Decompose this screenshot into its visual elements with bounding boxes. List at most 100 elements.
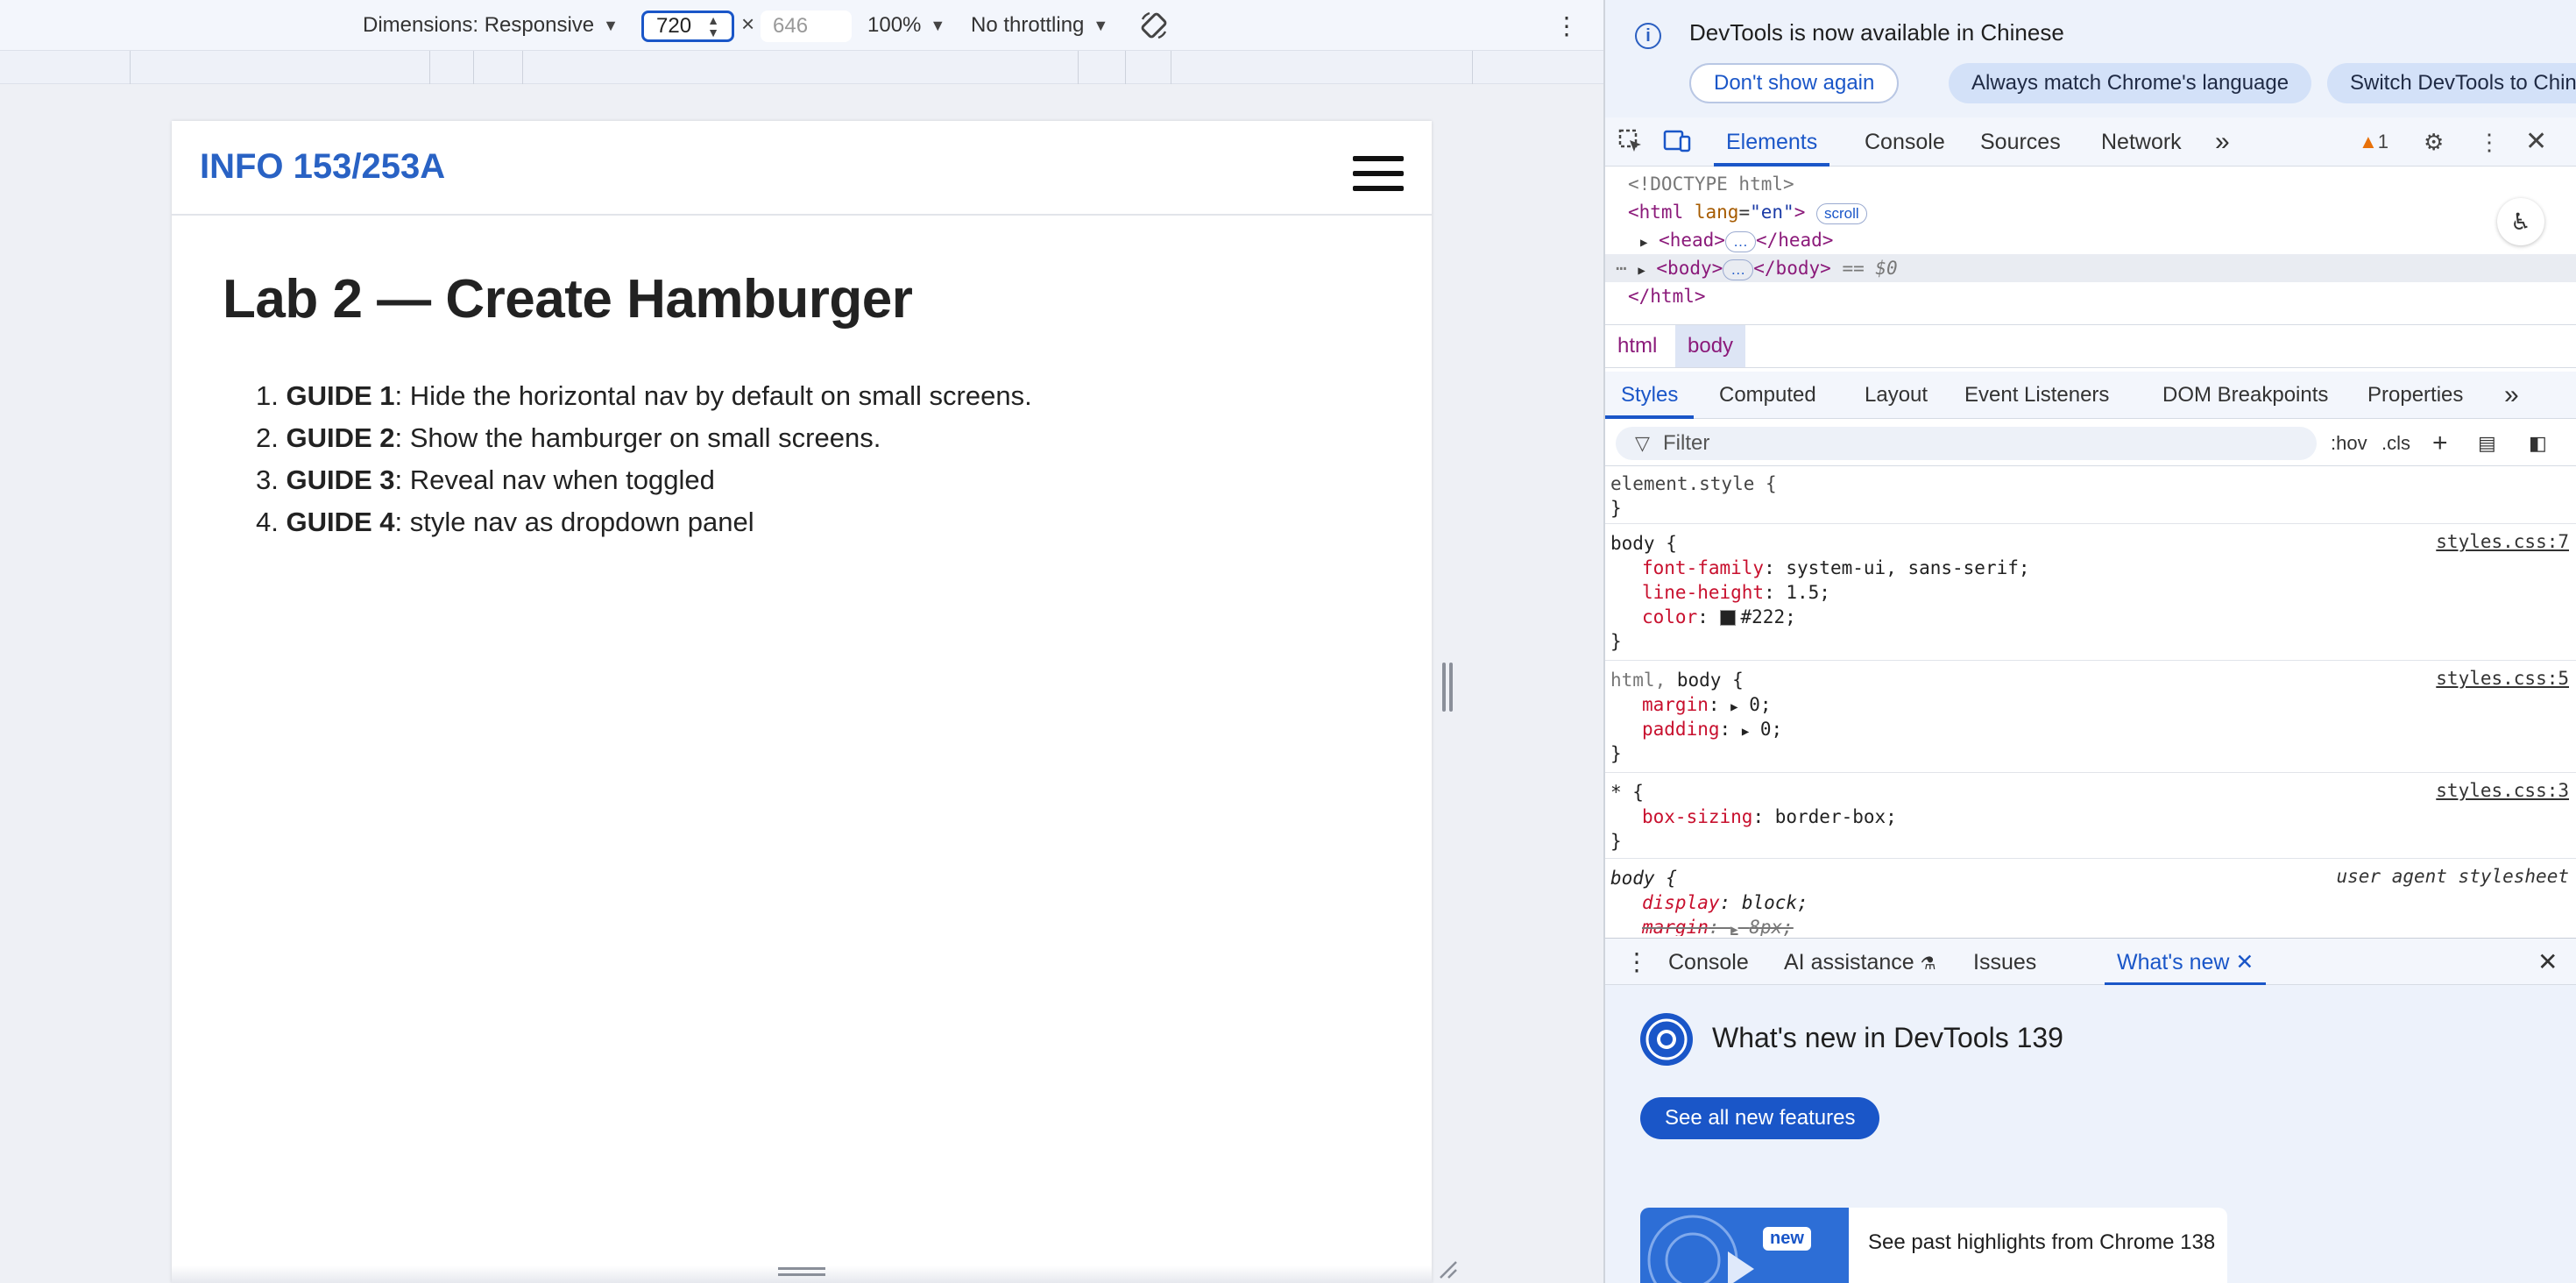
collapsed-ellipsis[interactable]: … [1723,259,1754,280]
tab-computed[interactable]: Computed [1719,372,1816,419]
dont-show-again-button[interactable]: Don't show again [1689,63,1900,103]
dimensions-dropdown[interactable]: Dimensions: Responsive ▼ [363,0,619,51]
tab-dom-breakpoints[interactable]: DOM Breakpoints [2162,372,2328,419]
hamburger-menu-button[interactable] [1353,156,1404,191]
body-node[interactable]: ⋯ ▶ <body>… </body> == $0 [1616,254,1898,282]
guides-list: 1. GUIDE 1: Hide the horizontal nav by d… [256,375,1032,543]
element-style-selector[interactable]: element.style { [1610,471,1777,496]
tab-console[interactable]: Console [1865,117,1945,167]
width-input[interactable]: 720 ▲ ▼ [641,11,734,42]
warnings-counter[interactable]: ▲1 [2359,128,2388,156]
chevron-down-icon: ▼ [930,16,946,34]
drawer-tab-ai-assistance[interactable]: AI assistance ⚗ [1784,939,1936,986]
settings-gear-icon[interactable]: ⚙ [2424,128,2444,156]
scroll-badge[interactable]: scroll [1816,203,1867,224]
expand-triangle-icon[interactable]: ▶ [1742,725,1749,739]
css-declaration[interactable]: margin: ▶ 0; [1642,692,1772,717]
css-declaration[interactable]: font-family: system-ui, sans-serif; [1642,556,2030,580]
paint-brush-icon[interactable]: ▤ [2478,429,2496,457]
doctype-node[interactable]: <!DOCTYPE html> [1628,170,1794,198]
breadcrumb-html[interactable]: html [1605,325,1669,367]
tab-elements[interactable]: Elements [1714,117,1830,167]
css-declaration[interactable]: display: block; [1642,890,1808,915]
more-tabs-icon[interactable]: » [2504,372,2519,419]
page-title: Lab 2 — Create Hamburger [223,269,913,330]
css-declaration[interactable]: box-sizing: border-box; [1642,805,1897,829]
rule-selector[interactable]: body { [1610,531,1677,556]
resize-handle-right[interactable] [1442,663,1454,712]
rule-source-link[interactable]: styles.css:3 [2436,780,2569,801]
tab-layout[interactable]: Layout [1865,372,1928,419]
collapsed-ellipsis[interactable]: … [1724,231,1756,252]
more-tabs-icon[interactable]: » [2215,117,2230,167]
drawer-tab-console[interactable]: Console [1668,939,1749,986]
close-devtools-icon[interactable]: ✕ [2525,128,2547,156]
guide-label: GUIDE 3 [286,464,395,495]
add-rule-icon[interactable]: + [2432,429,2448,457]
toggle-sidebar-icon[interactable]: ◧ [2529,429,2547,457]
list-item: 4. GUIDE 4: style nav as dropdown panel [256,501,1032,543]
styles-filter-input[interactable]: ▽ Filter [1616,427,2317,460]
tab-styles[interactable]: Styles [1605,372,1695,419]
html-open-tag: <html [1628,202,1684,223]
css-declaration-overridden[interactable]: margin: ▶ 8px; [1642,915,1794,936]
prop-value: 1.5; [1786,582,1830,603]
zoom-dropdown[interactable]: 100% ▼ [867,0,945,51]
css-rule: body { user agent stylesheet display: bl… [1605,861,2576,936]
highlights-text[interactable]: See past highlights from Chrome 138 [1868,1230,2215,1255]
rule-source-link[interactable]: styles.css:5 [2436,668,2569,689]
css-declaration[interactable]: color: #222; [1642,605,1796,629]
throttling-dropdown[interactable]: No throttling ▼ [971,0,1108,51]
guide-text: : Reveal nav when toggled [394,464,715,495]
rotate-icon[interactable] [1139,0,1169,51]
css-declaration[interactable]: line-height: 1.5; [1642,580,1830,605]
head-node[interactable]: ▶ <head>… </head> [1640,226,1833,254]
rule-selector[interactable]: html, body { [1610,668,1744,692]
height-input[interactable]: 646 [761,11,852,42]
html-node[interactable]: <html lang="en"> scroll [1628,198,1867,226]
drawer-tab-whats-new[interactable]: What's new ✕ [2105,939,2267,986]
always-match-language-button[interactable]: Always match Chrome's language [1949,63,2312,103]
ruler-tick [1078,51,1079,84]
chevron-down-icon: ▼ [1093,16,1109,34]
prop-value: block; [1741,892,1808,913]
head-open-tag: <head> [1659,230,1725,251]
css-declaration[interactable]: padding: ▶ 0; [1642,717,1782,741]
breadcrumb-body[interactable]: body [1675,325,1746,367]
tab-event-listeners[interactable]: Event Listeners [1964,372,2109,419]
tab-sources[interactable]: Sources [1980,117,2061,167]
prop-value: 0; [1759,719,1783,740]
prop-name: padding [1642,719,1720,740]
accessibility-icon[interactable]: ♿ [2497,198,2544,245]
inspect-element-icon[interactable] [1617,128,1644,156]
rule-selector[interactable]: * { [1610,780,1644,805]
color-swatch[interactable] [1719,610,1736,626]
site-title-link[interactable]: INFO 153/253A [200,147,445,187]
more-options-icon[interactable]: ⋮ [2478,128,2501,156]
resize-handle-bottom[interactable] [778,1267,825,1278]
device-toolbar-icon[interactable] [1663,128,1691,156]
switch-language-button[interactable]: Switch DevTools to Chinese [2327,63,2576,103]
class-toggle[interactable]: .cls [2381,429,2410,457]
hover-state-toggle[interactable]: :hov [2331,429,2367,457]
expand-triangle-icon[interactable]: ▶ [1640,236,1647,250]
more-options-icon[interactable]: ⋮ [1554,0,1579,51]
see-all-features-button[interactable]: See all new features [1640,1097,1880,1139]
drawer-menu-icon[interactable]: ⋮ [1624,939,1649,986]
zoom-label: 100% [867,13,922,37]
row-options-icon[interactable]: ⋯ [1616,258,1627,279]
tab-network[interactable]: Network [2101,117,2182,167]
tab-properties[interactable]: Properties [2367,372,2463,419]
rule-source-link[interactable]: styles.css:7 [2436,531,2569,552]
expand-triangle-icon[interactable]: ▶ [1638,264,1645,278]
sidebar-tabs: Styles Computed Layout Event Listeners D… [1605,372,2576,419]
close-tab-icon[interactable]: ✕ [2235,950,2254,975]
expand-triangle-icon[interactable]: ▶ [1730,700,1737,714]
rule-selector[interactable]: body { [1610,866,1677,890]
resize-corner-icon[interactable] [1437,1258,1458,1279]
ruler-tick [1125,51,1126,84]
expand-triangle-icon[interactable]: ▶ [1730,923,1737,936]
close-drawer-icon[interactable]: ✕ [2537,939,2558,986]
drawer-tab-issues[interactable]: Issues [1973,939,2036,986]
stepper-icon[interactable]: ▲ ▼ [707,14,719,39]
